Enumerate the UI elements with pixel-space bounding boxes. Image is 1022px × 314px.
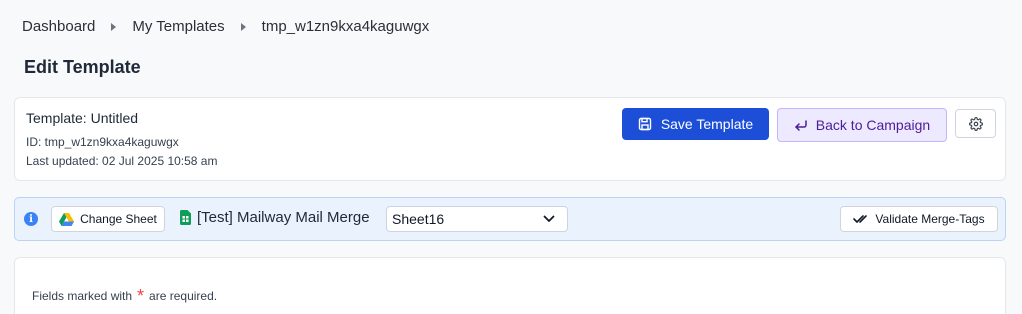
breadcrumb: Dashboard My Templates tmp_w1zn9kxa4kagu… xyxy=(22,17,429,37)
settings-button[interactable] xyxy=(955,109,996,138)
required-note-prefix: Fields marked with xyxy=(32,289,133,303)
breadcrumb-my-templates[interactable]: My Templates xyxy=(132,17,224,37)
sheet-bar: i Change Sheet [Test] Mailway Mail Merge… xyxy=(14,197,1006,241)
chevron-down-icon xyxy=(543,215,555,223)
save-template-label: Save Template xyxy=(660,116,754,132)
page-title: Edit Template xyxy=(24,57,141,77)
spreadsheet-name: [Test] Mailway Mail Merge xyxy=(180,209,370,226)
change-sheet-label: Change Sheet xyxy=(80,212,157,226)
required-star: * xyxy=(137,286,145,306)
spreadsheet-name-label: [Test] Mailway Mail Merge xyxy=(197,209,370,226)
template-id: ID: tmp_w1zn9kxa4kaguwgx xyxy=(26,135,179,149)
save-template-button[interactable]: Save Template xyxy=(622,108,769,140)
validate-merge-tags-button[interactable]: Validate Merge-Tags xyxy=(840,206,998,232)
sheet-select-value: Sheet16 xyxy=(392,211,445,227)
sheet-select[interactable]: Sheet16 xyxy=(386,206,568,232)
return-arrow-icon xyxy=(794,118,808,132)
template-name: Template: Untitled xyxy=(26,110,139,126)
breadcrumb-dashboard[interactable]: Dashboard xyxy=(22,17,95,37)
change-sheet-button[interactable]: Change Sheet xyxy=(51,206,165,232)
required-note-suffix: are required. xyxy=(149,289,218,303)
back-to-campaign-button[interactable]: Back to Campaign xyxy=(777,108,947,142)
breadcrumb-current-template: tmp_w1zn9kxa4kaguwgx xyxy=(261,18,430,35)
validate-merge-tags-label: Validate Merge-Tags xyxy=(875,212,985,226)
template-info-card: Template: Untitled ID: tmp_w1zn9kxa4kagu… xyxy=(14,97,1006,181)
google-sheets-icon xyxy=(180,210,191,225)
template-last-updated: Last updated: 02 Jul 2025 10:58 am xyxy=(26,154,218,168)
breadcrumb-separator-icon xyxy=(240,23,246,31)
google-drive-icon xyxy=(59,212,75,226)
info-icon: i xyxy=(24,212,38,226)
double-check-icon xyxy=(853,214,869,224)
breadcrumb-separator-icon xyxy=(111,23,117,31)
required-fields-note: Fields marked with * are required. xyxy=(32,284,218,306)
template-form-card: Fields marked with * are required. xyxy=(14,257,1006,314)
gear-icon xyxy=(968,116,983,131)
floppy-disk-icon xyxy=(638,117,652,131)
back-to-campaign-label: Back to Campaign xyxy=(815,117,931,133)
